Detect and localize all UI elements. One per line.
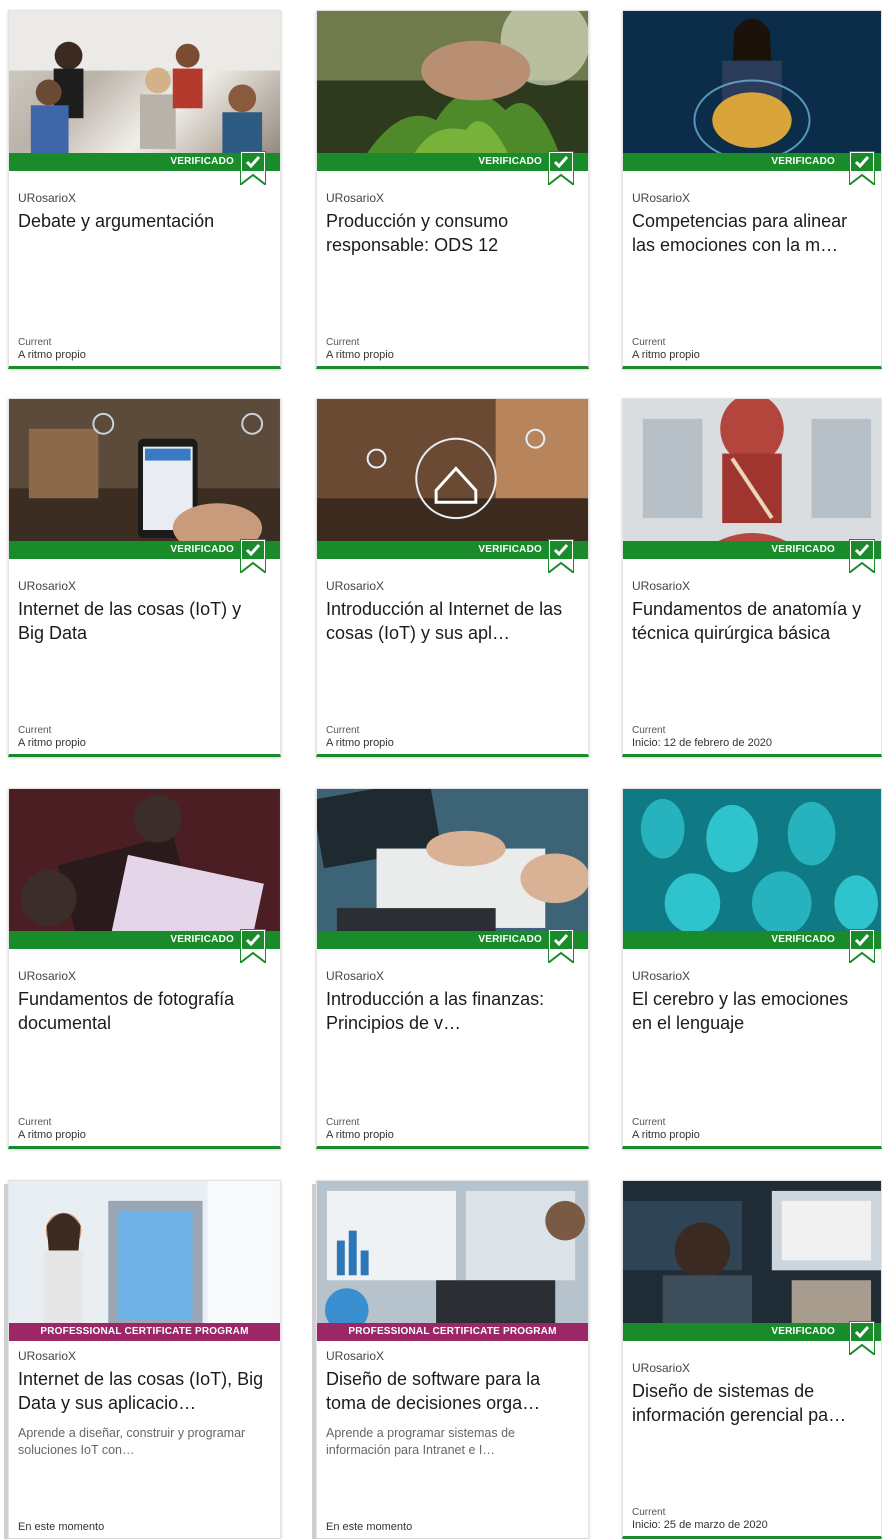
course-schedule: A ritmo propio xyxy=(326,737,394,749)
program-ribbon: PROFESSIONAL CERTIFICATE PROGRAM xyxy=(9,1323,280,1341)
course-meta: En este momento xyxy=(326,1521,412,1534)
course-org: URosarioX xyxy=(18,1349,77,1363)
course-schedule: A ritmo propio xyxy=(632,1129,700,1141)
course-schedule: A ritmo propio xyxy=(18,737,86,749)
course-schedule: Inicio: 25 de marzo de 2020 xyxy=(632,1519,768,1531)
course-card[interactable]: VERIFICADO URosarioX Introducción a las … xyxy=(316,788,589,1149)
course-image: VERIFICADO xyxy=(623,11,881,171)
course-status: Current xyxy=(18,725,52,736)
course-image: VERIFICADO xyxy=(623,399,881,559)
course-meta: Current A ritmo propio xyxy=(18,724,86,750)
course-image: VERIFICADO xyxy=(317,11,588,171)
course-meta: Current A ritmo propio xyxy=(632,1116,700,1142)
course-status: Current xyxy=(326,337,360,348)
course-meta: Current A ritmo propio xyxy=(326,724,394,750)
course-org: URosarioX xyxy=(632,1361,691,1375)
course-title[interactable]: Debate y argumentación xyxy=(18,209,272,257)
course-title[interactable]: Introducción al Internet de las cosas (I… xyxy=(326,597,580,645)
course-org: URosarioX xyxy=(18,191,77,205)
course-image: VERIFICADO xyxy=(623,789,881,949)
course-card[interactable]: VERIFICADO URosarioX Competencias para a… xyxy=(622,10,882,369)
course-card[interactable]: VERIFICADO URosarioX Introducción al Int… xyxy=(316,398,589,757)
course-schedule: A ritmo propio xyxy=(326,349,394,361)
course-schedule: A ritmo propio xyxy=(632,349,700,361)
program-card[interactable]: PROFESSIONAL CERTIFICATE PROGRAM URosari… xyxy=(8,1180,281,1539)
course-org: URosarioX xyxy=(326,191,385,205)
course-status: Current xyxy=(18,1117,52,1128)
program-image: PROFESSIONAL CERTIFICATE PROGRAM xyxy=(9,1181,280,1341)
course-image: VERIFICADO xyxy=(317,789,588,949)
course-title[interactable]: Introducción a las finanzas: Principios … xyxy=(326,987,580,1035)
course-meta: Current A ritmo propio xyxy=(326,1116,394,1142)
course-description: Aprende a diseñar, construir y programar… xyxy=(18,1426,246,1457)
course-title[interactable]: Competencias para alinear las emociones … xyxy=(632,209,873,257)
course-card[interactable]: VERIFICADO URosarioX Fundamentos de foto… xyxy=(8,788,281,1149)
course-image: VERIFICADO xyxy=(623,1181,881,1341)
course-description: Aprende a programar sistemas de informac… xyxy=(326,1426,515,1457)
course-card[interactable]: VERIFICADO URosarioX Fundamentos de anat… xyxy=(622,398,882,757)
course-image: VERIFICADO xyxy=(9,399,280,559)
course-status: Current xyxy=(326,1117,360,1128)
course-org: URosarioX xyxy=(18,579,77,593)
course-card[interactable]: VERIFICADO URosarioX Producción y consum… xyxy=(316,10,589,369)
course-card[interactable]: VERIFICADO URosarioX Internet de las cos… xyxy=(8,398,281,757)
course-image: VERIFICADO xyxy=(9,11,280,171)
course-meta: Current Inicio: 25 de marzo de 2020 xyxy=(632,1506,768,1532)
course-title[interactable]: Diseño de sistemas de información gerenc… xyxy=(632,1379,873,1427)
course-title[interactable]: Producción y consumo responsable: ODS 12 xyxy=(326,209,580,257)
course-schedule: En este momento xyxy=(18,1521,105,1533)
course-org: URosarioX xyxy=(18,969,77,983)
course-title[interactable]: Fundamentos de fotografía documental xyxy=(18,987,272,1035)
course-card[interactable]: VERIFICADO URosarioX Diseño de sistemas … xyxy=(622,1180,882,1539)
course-meta: Current A ritmo propio xyxy=(326,336,394,362)
course-title[interactable]: El cerebro y las emociones en el lenguaj… xyxy=(632,987,873,1035)
course-status: Current xyxy=(632,1507,666,1518)
course-title[interactable]: Internet de las cosas (IoT) y Big Data xyxy=(18,597,272,645)
verified-ribbon: VERIFICADO xyxy=(623,931,881,949)
verified-ribbon: VERIFICADO xyxy=(623,541,881,559)
course-schedule: En este momento xyxy=(326,1521,413,1533)
course-status: Current xyxy=(632,337,666,348)
course-org: URosarioX xyxy=(632,969,691,983)
course-org: URosarioX xyxy=(632,191,691,205)
course-grid: VERIFICADO URosarioX Debate y argumentac… xyxy=(0,0,882,1539)
verified-ribbon: VERIFICADO xyxy=(623,153,881,171)
course-org: URosarioX xyxy=(632,579,691,593)
course-org: URosarioX xyxy=(326,1349,385,1363)
course-meta: Current Inicio: 12 de febrero de 2020 xyxy=(632,724,772,750)
course-meta: Current A ritmo propio xyxy=(632,336,700,362)
program-ribbon: PROFESSIONAL CERTIFICATE PROGRAM xyxy=(317,1323,588,1341)
course-status: Current xyxy=(632,1117,666,1128)
course-schedule: A ritmo propio xyxy=(18,1129,86,1141)
course-title[interactable]: Fundamentos de anatomía y técnica quirúr… xyxy=(632,597,873,645)
course-title[interactable]: Internet de las cosas (IoT), Big Data y … xyxy=(18,1367,272,1415)
course-schedule: A ritmo propio xyxy=(326,1129,394,1141)
course-image: VERIFICADO xyxy=(317,399,588,559)
program-image: PROFESSIONAL CERTIFICATE PROGRAM xyxy=(317,1181,588,1341)
program-card[interactable]: PROFESSIONAL CERTIFICATE PROGRAM URosari… xyxy=(316,1180,589,1539)
course-card[interactable]: VERIFICADO URosarioX El cerebro y las em… xyxy=(622,788,882,1149)
course-status: Current xyxy=(632,725,666,736)
course-title[interactable]: Diseño de software para la toma de decis… xyxy=(326,1367,580,1415)
course-meta: Current A ritmo propio xyxy=(18,336,86,362)
course-schedule: Inicio: 12 de febrero de 2020 xyxy=(632,737,773,749)
verified-ribbon: VERIFICADO xyxy=(623,1323,881,1341)
course-org: URosarioX xyxy=(326,969,385,983)
course-schedule: A ritmo propio xyxy=(18,349,86,361)
course-status: Current xyxy=(18,337,52,348)
course-org: URosarioX xyxy=(326,579,385,593)
course-image: VERIFICADO xyxy=(9,789,280,949)
course-meta: En este momento xyxy=(18,1521,104,1534)
course-card[interactable]: VERIFICADO URosarioX Debate y argumentac… xyxy=(8,10,281,369)
course-status: Current xyxy=(326,725,360,736)
course-meta: Current A ritmo propio xyxy=(18,1116,86,1142)
